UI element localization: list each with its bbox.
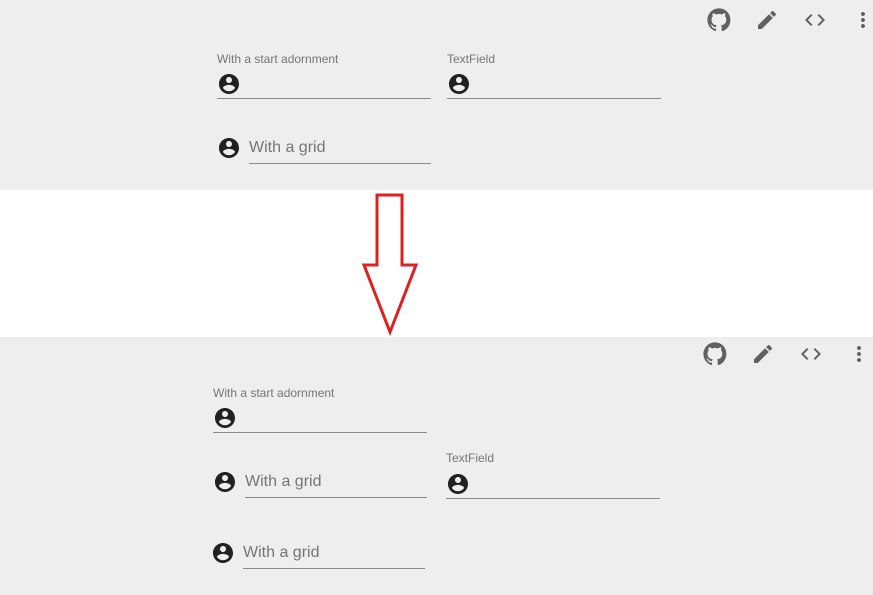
more-vertical-icon <box>851 8 873 32</box>
account-circle-icon <box>213 406 237 430</box>
field-underline <box>243 568 425 569</box>
field-label: With a start adornment <box>217 52 339 66</box>
github-button[interactable] <box>704 5 734 35</box>
account-circle-icon <box>217 72 241 96</box>
code-icon <box>799 342 823 366</box>
field-underline <box>217 98 431 99</box>
edit-pencil-icon <box>751 342 775 366</box>
github-icon <box>706 7 732 33</box>
textfield-input[interactable] <box>475 70 661 98</box>
account-circle-icon <box>217 136 241 160</box>
grid-input[interactable] <box>249 132 431 163</box>
edit-pencil-icon <box>755 8 779 32</box>
github-button[interactable] <box>700 339 730 369</box>
show-source-button[interactable] <box>800 5 830 35</box>
more-vertical-icon <box>847 342 871 366</box>
start-adornment-input[interactable] <box>241 404 427 432</box>
before-demo-panel: With a start adornment TextField With a … <box>0 0 873 190</box>
field-label: TextField <box>446 451 495 465</box>
textfield-field: TextField <box>447 52 661 102</box>
more-options-button[interactable] <box>848 5 873 35</box>
account-circle-icon <box>213 470 237 494</box>
field-underline <box>249 163 431 164</box>
start-adornment-field: With a start adornment <box>217 52 431 102</box>
account-circle-icon <box>446 472 470 496</box>
start-adornment-input[interactable] <box>245 70 431 98</box>
edit-button[interactable] <box>752 5 782 35</box>
down-arrow-icon <box>361 193 419 337</box>
field-label: With a start adornment <box>213 386 335 400</box>
grid-field: With a grid <box>217 132 431 166</box>
field-underline <box>245 497 427 498</box>
show-source-button[interactable] <box>796 339 826 369</box>
grid-field: With a grid <box>211 538 425 572</box>
textfield-input[interactable] <box>474 469 660 498</box>
grid-field: With a grid <box>213 467 427 501</box>
after-demo-panel: With a start adornment With a grid TextF… <box>0 337 873 595</box>
code-icon <box>803 8 827 32</box>
textfield-field: TextField <box>446 451 660 501</box>
account-circle-icon <box>447 72 471 96</box>
field-label: TextField <box>447 52 496 66</box>
field-underline <box>446 498 660 499</box>
field-underline <box>447 98 661 99</box>
github-icon <box>702 341 728 367</box>
grid-input[interactable] <box>245 467 427 497</box>
field-underline <box>213 432 427 433</box>
start-adornment-field: With a start adornment <box>213 386 427 436</box>
account-circle-icon <box>211 541 235 565</box>
edit-button[interactable] <box>748 339 778 369</box>
grid-input[interactable] <box>243 538 425 568</box>
more-options-button[interactable] <box>844 339 873 369</box>
